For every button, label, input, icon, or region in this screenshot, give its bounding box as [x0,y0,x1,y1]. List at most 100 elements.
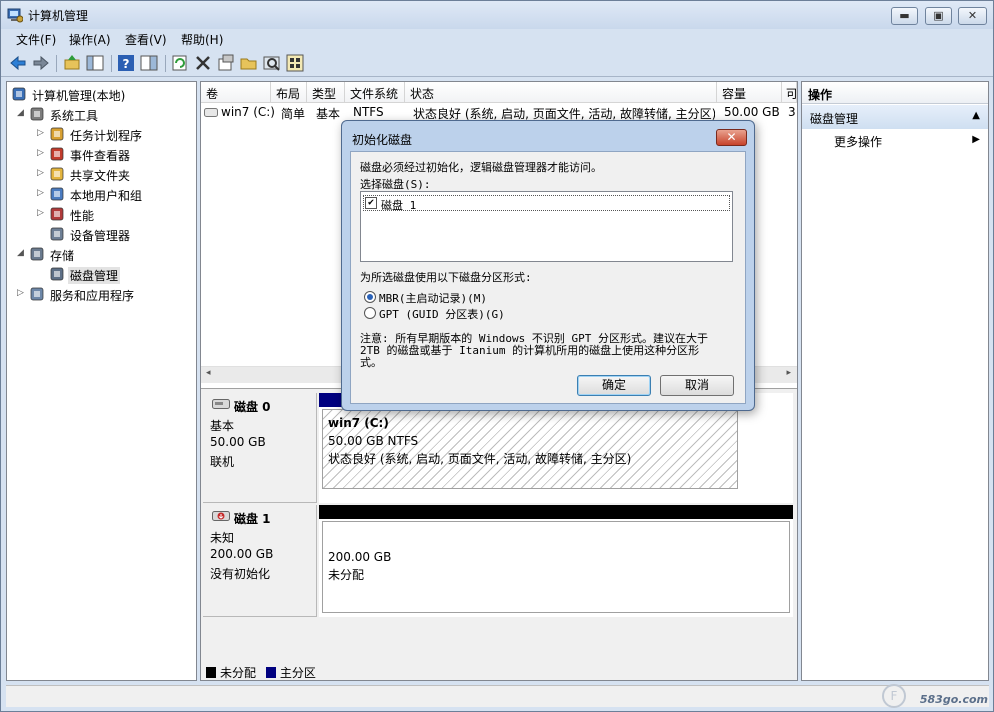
menu-view[interactable]: 查看(V) [125,31,167,48]
close-icon: ✕ [967,9,978,22]
title-bar[interactable]: 计算机管理 ▬ ▣ ✕ [1,1,993,29]
cancel-button[interactable]: 取消 [660,375,734,396]
legend-unallocated-label: 未分配 [220,666,257,680]
volume-win7[interactable]: win7 (C:) 50.00 GB NTFS 状态良好 (系统, 启动, 页面… [322,409,738,489]
column-header-layout[interactable]: 布局 [271,82,307,103]
help-icon[interactable]: ? [117,54,135,72]
gpt-option-label[interactable]: GPT (GUID 分区表)(G) [379,306,505,322]
volume-name: win7 (C:) [328,416,389,430]
window-title: 计算机管理 [28,9,89,23]
users-icon [50,187,64,201]
properties-pane-icon[interactable] [140,54,158,72]
disk-1-size: 200.00 GB [210,547,274,561]
expander-icon[interactable]: ◢ [17,248,24,258]
tree-item-label: 本地用户和组 [70,189,143,203]
legend-primary-swatch [265,667,276,678]
tools-icon [30,107,44,121]
ok-button[interactable]: 确定 [577,375,651,396]
disk-settings-icon[interactable] [286,54,304,72]
close-button[interactable]: ✕ [958,7,987,25]
expander-icon[interactable]: ▷ [37,168,44,178]
collapse-up-icon[interactable]: ▲ [972,110,980,121]
toolbar-separator [111,55,112,72]
actions-section-disk-management[interactable]: 磁盘管理 ▲ [802,105,988,129]
disk-list-label: 磁盘 1 [381,199,417,212]
unallocated-space[interactable]: 200.00 GB 未分配 [322,521,790,613]
search-disk-icon[interactable] [263,54,281,72]
tree-item-label: 存储 [50,249,75,263]
svg-text:?: ? [123,57,130,71]
more-actions-item[interactable]: 更多操作 [834,133,882,150]
expander-icon[interactable]: ▷ [37,208,44,218]
refresh-icon[interactable] [171,54,189,72]
column-header-volume[interactable]: 卷 [201,82,271,103]
status-bar [6,685,989,707]
toolbar: ? [1,50,993,77]
submenu-arrow-icon: ▶ [972,134,980,145]
minimize-button[interactable]: ▬ [891,7,918,25]
cell-free: 3 [788,105,796,119]
gpt-note-line-3: 式。 [360,356,382,369]
properties-icon[interactable] [217,54,235,72]
disk-1-info[interactable]: 磁盘 1 未知 200.00 GB 没有初始化 [203,505,317,617]
column-header-filesystem[interactable]: 文件系统 [345,82,405,103]
partition-style-label: 为所选磁盘使用以下磁盘分区形式: [360,271,532,284]
menu-help[interactable]: 帮助(H) [181,31,223,48]
menu-file[interactable]: 文件(F) [16,31,56,48]
mbr-option-label[interactable]: MBR(主启动记录)(M) [379,290,487,306]
disk-1-kind: 未知 [210,531,235,545]
show-hide-tree-icon[interactable] [86,54,104,72]
expander-icon[interactable]: ▷ [37,128,44,138]
event-viewer-icon [50,147,64,161]
dialog-title: 初始化磁盘 [352,133,413,147]
expander-icon[interactable]: ▷ [37,148,44,158]
cell-volume: win7 (C:) [221,105,275,119]
disk-0-info[interactable]: 磁盘 0 基本 50.00 GB 联机 [203,393,317,503]
services-icon [30,287,44,301]
legend-unallocated-swatch [206,667,216,678]
column-header-free[interactable]: 可 [782,82,797,103]
watermark-text: 583go.com [919,693,988,706]
column-header-type[interactable]: 类型 [307,82,345,103]
close-icon: ✕ [726,130,737,144]
scroll-right-icon[interactable]: ▸ [786,368,791,378]
tree-item-label: 系统工具 [50,109,99,123]
actions-pane: 操作 磁盘管理 ▲ 更多操作 ▶ [801,81,989,681]
disk-0-state: 联机 [210,455,235,469]
tree-item-label: 设备管理器 [70,229,131,243]
tree-item-label: 事件查看器 [70,149,131,163]
clock-icon [50,127,64,141]
dialog-close-button[interactable]: ✕ [716,129,747,146]
expander-icon[interactable]: ▷ [17,288,24,298]
more-actions-label: 更多操作 [834,135,883,149]
toolbar-separator [165,55,166,72]
scroll-left-icon[interactable]: ◂ [206,368,211,378]
up-folder-icon[interactable] [63,54,81,72]
disk-list-item[interactable]: ✔ 磁盘 1 [363,195,730,212]
tree-item-label: 共享文件夹 [70,169,131,183]
back-arrow-icon[interactable] [9,54,27,72]
disk-checkbox[interactable]: ✔ [365,197,377,209]
volume-size: 50.00 GB NTFS [328,434,419,448]
open-folder-icon[interactable] [240,54,258,72]
volume-status: 状态良好 (系统, 启动, 页面文件, 活动, 故障转储, 主分区) [328,452,632,466]
tree-item-label: 性能 [70,209,95,223]
dialog-intro: 磁盘必须经过初始化，逻辑磁盘管理器才能访问。 [360,161,602,174]
menu-action[interactable]: 操作(A) [69,31,111,48]
maximize-button[interactable]: ▣ [925,7,952,25]
delete-icon[interactable] [194,54,212,72]
mbr-radio[interactable] [364,291,376,303]
select-disk-label: 选择磁盘(S): [360,178,431,191]
gpt-radio[interactable] [364,307,376,319]
restore-icon: ▣ [933,9,944,22]
expander-icon[interactable]: ▷ [37,188,44,198]
cell-type: 基本 [316,107,341,121]
expander-icon[interactable]: ◢ [17,108,24,118]
forward-arrow-icon[interactable] [32,54,50,72]
tree-item-label: 磁盘管理 [68,267,121,284]
column-header-capacity[interactable]: 容量 [717,82,782,103]
column-header-status[interactable]: 状态 [405,82,717,103]
disk-1-volumes: 200.00 GB 未分配 [319,505,793,617]
legend: 未分配 主分区 [206,664,316,681]
disk-0-size: 50.00 GB [210,435,266,449]
